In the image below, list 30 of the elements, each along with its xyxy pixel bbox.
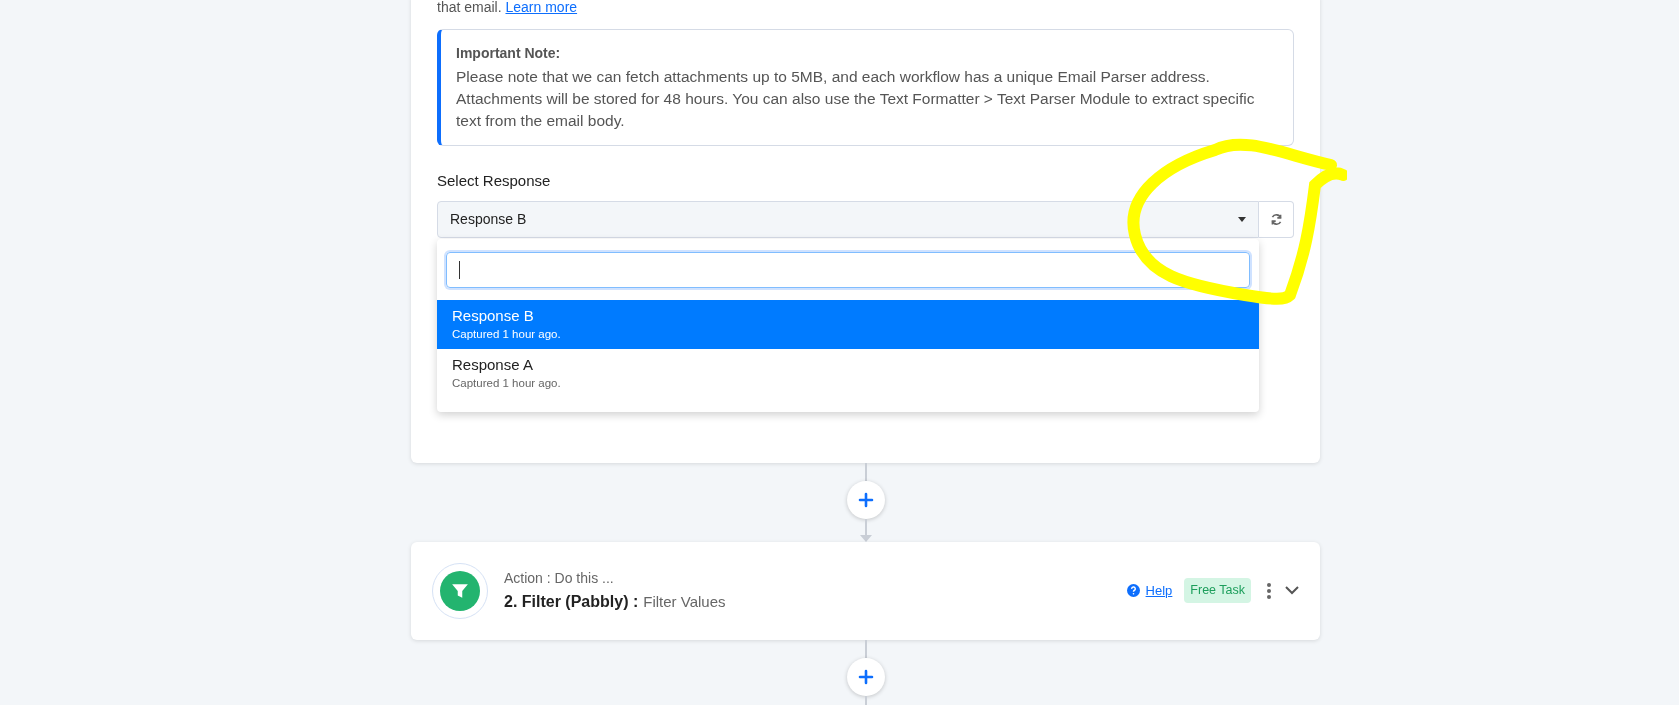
option-subtitle: Captured 1 hour ago. <box>452 375 562 391</box>
response-option[interactable]: Response A Captured 1 hour ago. <box>437 348 1259 398</box>
search-field[interactable] <box>446 251 1250 288</box>
intro-text: that email. Learn more <box>437 0 579 17</box>
more-options-button[interactable] <box>1265 582 1273 599</box>
learn-more-link[interactable]: Learn more <box>505 0 578 15</box>
step-title: 2. Filter (Pabbly) : <box>504 591 639 612</box>
note-title: Important Note: <box>456 44 562 63</box>
help-icon <box>1126 584 1140 597</box>
free-task-badge: Free Task <box>1184 578 1251 603</box>
option-subtitle: Captured 1 hour ago. <box>452 326 562 342</box>
option-title: Response B <box>452 305 535 326</box>
step-event: Filter Values <box>643 591 726 612</box>
refresh-icon <box>1269 212 1283 226</box>
refresh-button[interactable] <box>1259 200 1294 238</box>
text-cursor-icon <box>459 260 460 279</box>
add-step-button[interactable] <box>846 657 885 696</box>
select-value: Response B <box>450 209 527 229</box>
step-kicker: Action : Do this ... <box>504 568 615 588</box>
field-label: Select Response <box>437 171 552 191</box>
option-title: Response A <box>452 354 534 375</box>
response-select[interactable]: Response B <box>437 200 1259 238</box>
plus-icon <box>857 668 874 685</box>
add-step-button[interactable] <box>846 480 885 519</box>
note-text: Please note that we can fetch attachments up to 5MB, and each workflow has a unique Email Parser address. Attachments will be stored for 48 hours. You can also use the Text Formatter > Text Parser Module to extract specific text from the email body. <box>456 67 1256 131</box>
chevron-down-icon[interactable] <box>1285 586 1299 595</box>
caret-icon <box>1238 216 1246 222</box>
help-link[interactable]: Help <box>1145 580 1173 601</box>
response-option[interactable]: Response B Captured 1 hour ago. <box>437 299 1259 349</box>
plus-icon <box>857 491 874 508</box>
